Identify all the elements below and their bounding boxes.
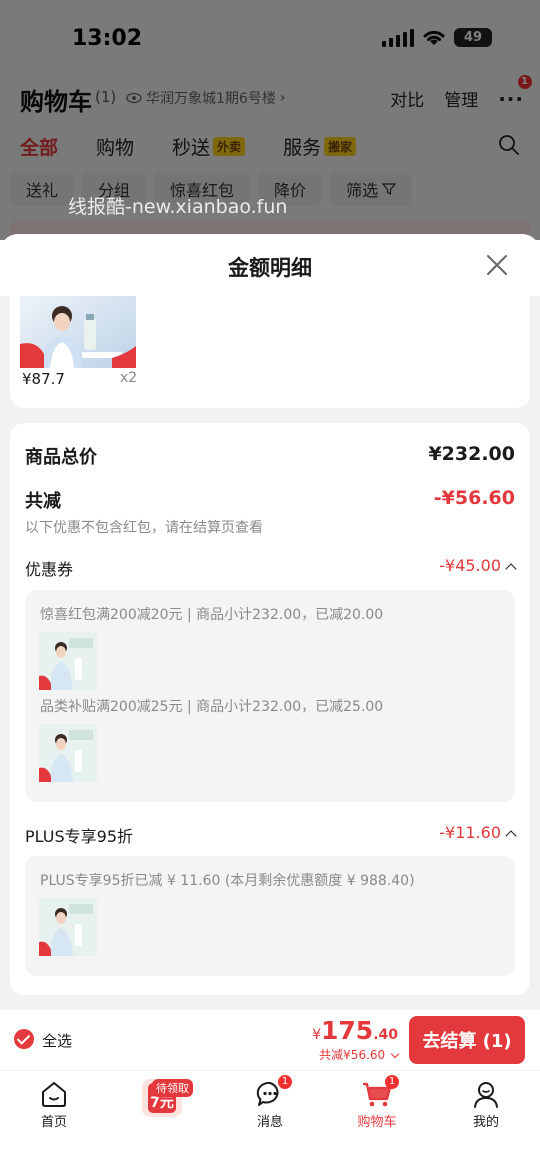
plus-toggle[interactable]: -¥11.60 xyxy=(439,823,517,842)
reduce-value: -¥56.60 xyxy=(433,487,515,509)
svg-text:7元: 7元 xyxy=(150,1095,174,1111)
tab-mine[interactable]: 我的 xyxy=(446,1077,526,1130)
plus-line: PLUS专享95折已减 ¥ 11.60 (本月剩余优惠额度 ¥ 988.40) xyxy=(40,873,415,889)
total-price: ¥ 175 .40 xyxy=(312,1016,398,1045)
product-thumbnail[interactable] xyxy=(20,296,136,368)
item-quantity: x2 xyxy=(120,370,138,386)
chevron-up-icon xyxy=(505,830,517,842)
bottom-tab-bar: 首页 7元 待领取 1 消息 1 购物车 我的 xyxy=(0,1070,540,1173)
tab-messages-label: 消息 xyxy=(256,1115,283,1130)
watermark: 线报酷-new.xianbao.fun xyxy=(68,196,288,218)
user-icon xyxy=(474,1082,498,1108)
coupon-detail-box: 惊喜红包满200减20元 | 商品小计232.00，已减20.00 品类补贴满2… xyxy=(25,590,515,802)
tab-home[interactable]: 首页 xyxy=(14,1077,94,1130)
plus-product-thumbnail[interactable] xyxy=(39,898,97,956)
select-all-label[interactable]: 全选 xyxy=(42,1030,72,1051)
cart-badge: 1 xyxy=(385,1075,399,1089)
message-badge: 1 xyxy=(278,1075,292,1089)
coupon-product-thumbnail-2[interactable] xyxy=(39,724,97,782)
coupon-value: -¥45.00 xyxy=(439,556,501,575)
sheet-title: 金额明细 xyxy=(228,256,312,280)
reward-tag: 待领取 xyxy=(152,1079,193,1097)
coupon-product-thumbnail-1[interactable] xyxy=(39,632,97,690)
coupon-line-1: 惊喜红包满200减20元 | 商品小计232.00，已减20.00 xyxy=(40,607,384,623)
close-icon[interactable] xyxy=(484,252,510,278)
tab-cart[interactable]: 1 购物车 xyxy=(337,1075,417,1130)
amount-detail-sheet: ¥87.7 x2 金额明细 商品总价 ¥232.00 共减 -¥56.60 以下… xyxy=(0,234,540,1173)
price-currency: ¥ xyxy=(312,1027,321,1043)
total-label: 商品总价 xyxy=(25,447,97,468)
coupon-line-2: 品类补贴满200减25元 | 商品小计232.00，已减25.00 xyxy=(40,699,384,715)
item-price: ¥87.7 xyxy=(22,370,65,388)
discount-note: 以下优惠不包含红包，请在结算页查看 xyxy=(25,520,263,536)
reduce-label: 共减 xyxy=(25,491,61,512)
sheet-header: 金额明细 xyxy=(0,234,540,296)
price-breakdown-card: 商品总价 ¥232.00 共减 -¥56.60 以下优惠不包含红包，请在结算页查… xyxy=(10,423,530,995)
plus-detail-box: PLUS专享95折已减 ¥ 11.60 (本月剩余优惠额度 ¥ 988.40) xyxy=(25,856,515,976)
saved-amount-text: 共减¥56.60 xyxy=(319,1048,386,1062)
home-icon xyxy=(42,1082,66,1107)
tab-messages[interactable]: 1 消息 xyxy=(230,1075,310,1130)
total-value: ¥232.00 xyxy=(428,443,515,465)
plus-value: -¥11.60 xyxy=(439,823,501,842)
checkout-bar: 全选 ¥ 175 .40 共减¥56.60 去结算 (1) xyxy=(0,1010,540,1070)
coupon-toggle[interactable]: -¥45.00 xyxy=(439,556,517,575)
checkout-button[interactable]: 去结算 (1) xyxy=(409,1016,525,1064)
saved-amount[interactable]: 共减¥56.60 xyxy=(319,1046,400,1063)
price-decimal: .40 xyxy=(373,1027,398,1043)
price-integer: 175 xyxy=(321,1016,374,1045)
tab-home-label: 首页 xyxy=(40,1115,67,1130)
coupon-label: 优惠券 xyxy=(25,560,74,579)
chevron-down-icon xyxy=(390,1049,400,1059)
tab-cart-label: 购物车 xyxy=(357,1115,397,1130)
chevron-up-icon xyxy=(505,563,517,575)
tab-mine-label: 我的 xyxy=(472,1115,499,1130)
plus-label: PLUS专享95折 xyxy=(25,827,133,846)
dim-overlay[interactable]: 线报酷-new.xianbao.fun xyxy=(0,0,540,240)
select-all-checkbox[interactable] xyxy=(14,1029,34,1049)
product-card: ¥87.7 x2 xyxy=(10,284,530,408)
